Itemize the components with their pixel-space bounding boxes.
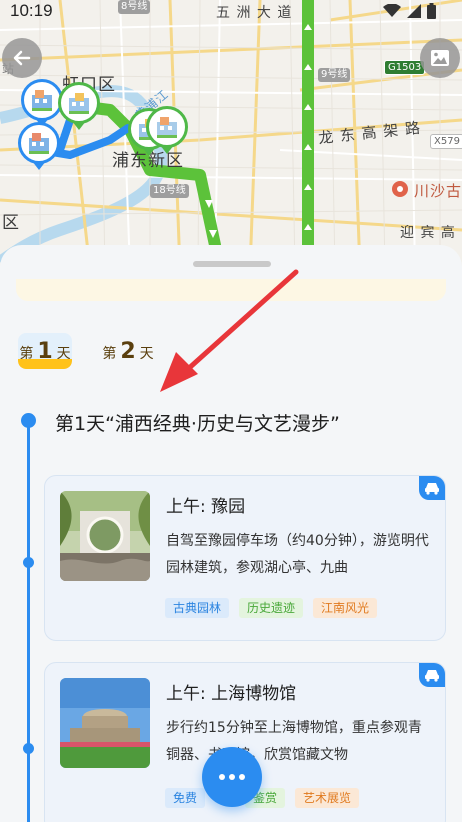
museum-photo [60,678,150,768]
timeline-dot [23,557,34,568]
car-icon [425,483,439,495]
card-corner-badge [419,663,445,687]
map-label-yingbin: 迎 宾 高 [400,225,456,241]
image-button[interactable] [420,38,460,78]
tab-day-1[interactable]: 第 1 天 [18,333,72,369]
timeline-dot [21,413,36,428]
tab-day-2[interactable]: 第 2 天 [98,333,158,369]
stop-description: 自驾至豫园停车场（约40分钟），游览明代园林建筑，参观湖心亭、九曲 [166,533,429,576]
tag: 历史遗迹 [239,598,304,618]
metro-badge-line18: 18号线 [150,184,189,198]
tag-list: 免费 鉴赏 艺术展览 [165,788,360,808]
tag-list: 古典园林 历史遗迹 江南风光 [165,598,378,618]
poi-marker[interactable] [146,106,188,154]
stop-title: 上午: 上海博物馆 [166,684,297,704]
tab-suffix: 天 [56,346,71,362]
poi-marker[interactable] [21,79,63,127]
tag: 古典园林 [165,598,230,618]
tab-prefix: 第 [19,346,34,362]
building-icon [157,117,177,138]
map-label-qu: 区 [2,213,20,233]
tab-number: 1 [37,339,53,364]
tag: 江南风光 [313,598,378,618]
building-icon [69,93,89,114]
poi-marker[interactable] [58,82,100,130]
more-actions-button[interactable] [202,747,262,807]
stop-title: 上午: 豫园 [166,497,246,517]
signal-icon [407,4,421,18]
back-arrow-icon [13,50,31,66]
itinerary-sheet[interactable]: 第 1 天 第 2 天 第1天“浦西经典·历史与文艺漫步” 上午: 豫园 自驾至… [0,245,462,822]
metro-badge-line9: 9号线 [318,68,351,82]
more-dots-icon [239,774,245,780]
image-icon [431,50,449,66]
status-icons [383,3,436,19]
tab-suffix: 天 [139,346,154,362]
timeline-line [27,420,30,822]
garden-image [60,491,150,581]
road-badge-x579: X579 [430,134,462,149]
card-corner-badge [419,476,445,500]
museum-image [60,678,150,768]
tab-prefix: 第 [102,346,117,362]
battery-icon [427,3,436,19]
timeline-dot [23,743,34,754]
tag: 免费 [165,788,206,808]
map-label-chuansha: 川沙古 [414,182,462,200]
itinerary-card[interactable]: 上午: 豫园 自驾至豫园停车场（约40分钟），游览明代园林建筑，参观湖心亭、九曲… [44,475,446,641]
back-button[interactable] [2,38,42,78]
car-icon [425,670,439,682]
building-icon [29,133,49,154]
yuyuan-photo [60,491,150,581]
more-dots-icon [219,774,225,780]
summary-strip [16,279,446,301]
tab-number: 2 [120,339,136,364]
tag: 艺术展览 [295,788,360,808]
day-title: 第1天“浦西经典·历史与文艺漫步” [55,413,340,435]
sheet-drag-handle[interactable] [193,261,271,267]
more-dots-icon [229,774,235,780]
status-bar: 10:19 [0,0,462,24]
route-map[interactable]: 站 虹口区 浦东新区 黄浦江 五 洲 大 道 龙 东 高 架 路 川沙古 迎 宾… [0,0,462,270]
status-time: 10:19 [10,1,53,20]
wifi-icon [383,4,401,17]
building-icon [32,90,52,111]
highway-badge-g1503: G1503 [384,60,426,75]
poi-marker[interactable] [18,122,60,170]
